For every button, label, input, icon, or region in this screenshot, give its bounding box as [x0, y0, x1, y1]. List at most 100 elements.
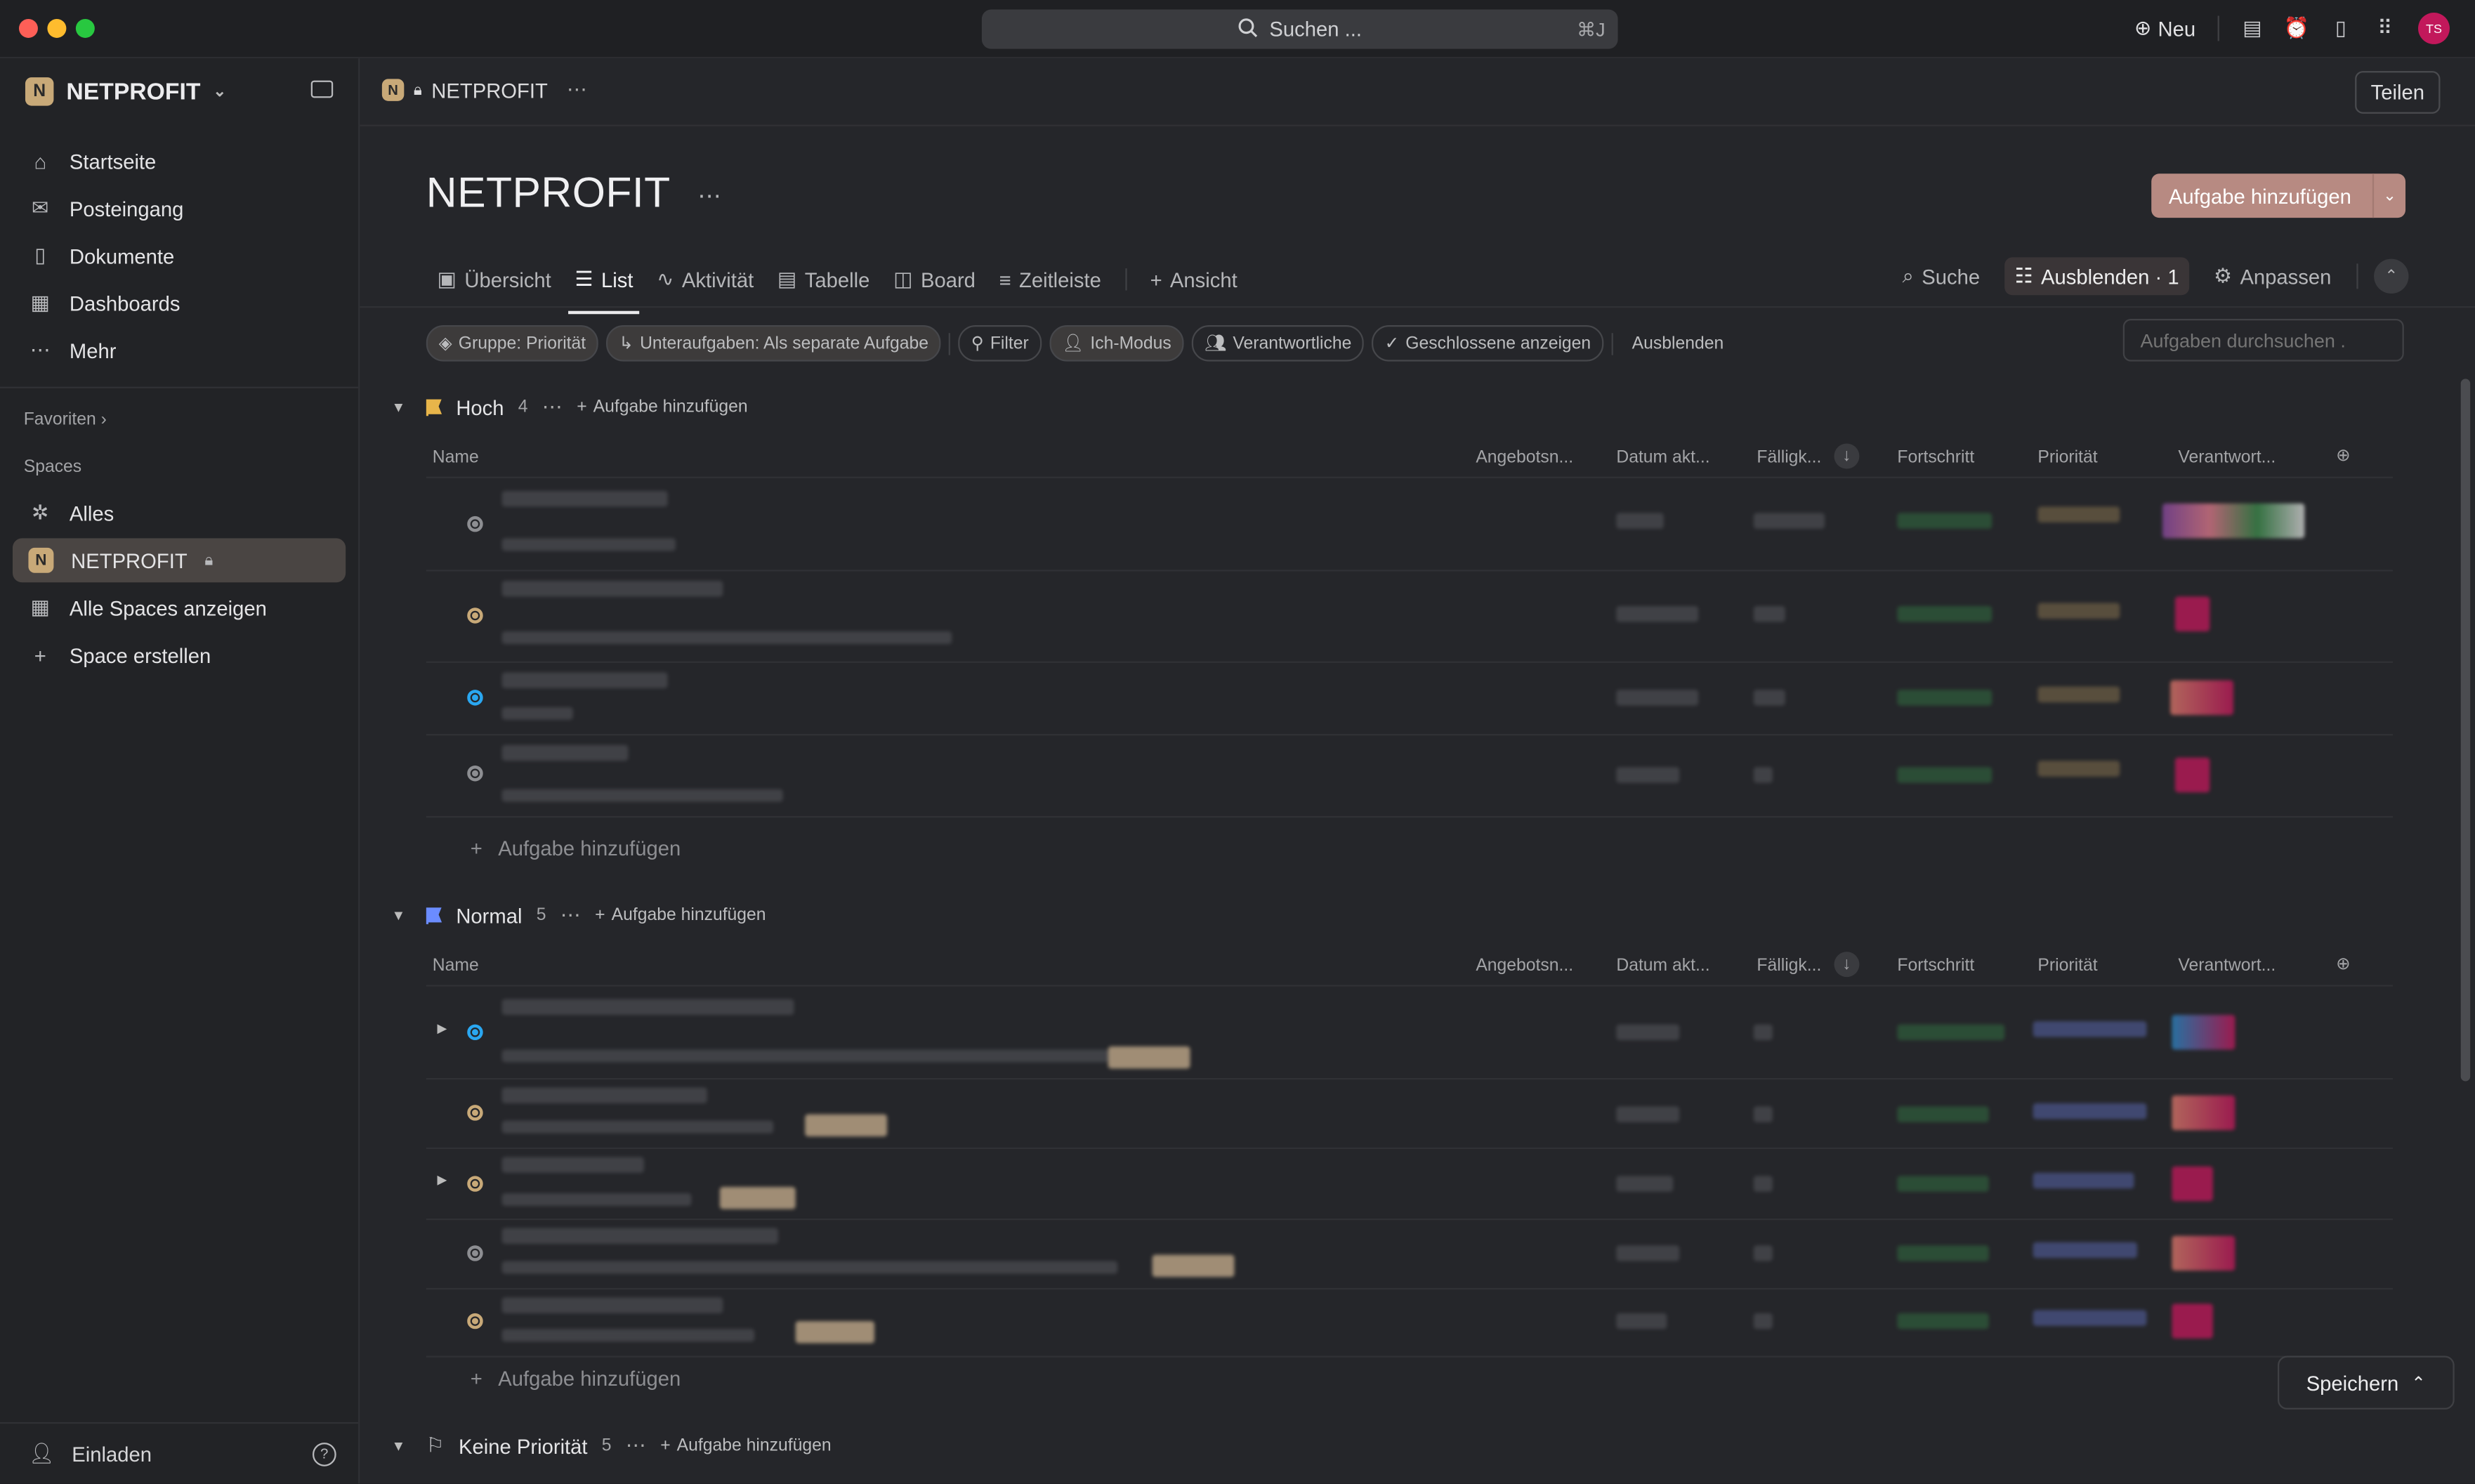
collapse-caret-icon[interactable]: ▼ — [391, 400, 405, 415]
table-row[interactable] — [426, 478, 2394, 572]
new-button[interactable]: ⊕ Neu — [2134, 15, 2195, 41]
column-header-assignee[interactable]: Verantwort... — [2178, 957, 2276, 976]
status-icon[interactable] — [467, 690, 483, 706]
add-task-row[interactable]: + Aufgabe hinzufügen — [471, 1367, 681, 1391]
sidebar-item-dokumente[interactable]: ▯ Dokumente — [13, 234, 346, 278]
document-icon[interactable]: ▯ — [2330, 15, 2351, 39]
minimize-window-button[interactable] — [47, 18, 67, 38]
column-header-date[interactable]: Datum akt... — [1616, 448, 1709, 467]
table-row[interactable] — [426, 572, 2394, 663]
global-search[interactable]: Suchen ... ⌘J — [981, 9, 1618, 49]
column-header-name[interactable]: Name — [433, 957, 479, 976]
column-header-name[interactable]: Name — [433, 448, 479, 467]
tab-tabelle[interactable]: ▤ Tabelle — [777, 261, 869, 298]
subtasks-chip[interactable]: ↳ Unteraufgaben: Als separate Aufgabe — [606, 324, 942, 362]
tab-list[interactable]: ☰ List — [568, 261, 640, 315]
column-header-offer[interactable]: Angebotsn... — [1476, 448, 1573, 467]
sidebar-item-mehr[interactable]: ⋯ Mehr — [13, 328, 346, 372]
chevron-up-icon[interactable]: ⌃ — [2374, 258, 2409, 294]
column-header-priority[interactable]: Priorität — [2037, 957, 2097, 976]
column-header-offer[interactable]: Angebotsn... — [1476, 957, 1573, 976]
status-icon[interactable] — [467, 1313, 483, 1329]
sort-desc-icon[interactable]: ↓ — [1834, 443, 1860, 469]
more-options-icon[interactable]: ⋯ — [560, 903, 581, 928]
avatar[interactable]: TS — [2418, 12, 2450, 44]
column-header-progress[interactable]: Fortschritt — [1897, 448, 1974, 467]
status-icon[interactable] — [467, 1245, 483, 1261]
hide-filter-button[interactable]: Ausblenden — [1621, 327, 1735, 360]
group-by-chip[interactable]: ◈ Gruppe: Priorität — [426, 324, 599, 362]
save-button[interactable]: Speichern ⌃ — [2277, 1355, 2455, 1410]
sidebar-item-alles[interactable]: ✲ Alles — [13, 491, 346, 535]
status-icon[interactable] — [467, 1024, 483, 1041]
workspace-switcher[interactable]: N NETPROFIT ⌄ — [25, 77, 226, 106]
close-window-button[interactable] — [18, 18, 38, 38]
sidebar-item-space-erstellen[interactable]: + Space erstellen — [13, 633, 346, 677]
status-icon[interactable] — [467, 765, 483, 782]
chevron-down-icon[interactable]: ⌄ — [2374, 187, 2405, 204]
table-row[interactable] — [426, 663, 2394, 736]
group-add-task-button[interactable]: + Aufgabe hinzufügen — [577, 398, 747, 416]
more-options-icon[interactable]: ⋯ — [626, 1433, 646, 1459]
vertical-scrollbar[interactable] — [2460, 379, 2471, 1082]
status-icon[interactable] — [467, 1105, 483, 1121]
column-header-assignee[interactable]: Verantwort... — [2178, 448, 2276, 467]
alarm-clock-icon[interactable]: ⏰ — [2284, 15, 2309, 39]
assignees-chip[interactable]: 👥︎ Verantwortliche — [1191, 324, 1365, 362]
table-row[interactable]: ▶ — [426, 987, 2394, 1080]
tab-aktivitaet[interactable]: ∿ Aktivität — [657, 261, 754, 298]
customize-button[interactable]: ⚙ Anpassen — [2205, 257, 2341, 295]
sidebar-item-alle-spaces[interactable]: ▦ Alle Spaces anzeigen — [13, 586, 346, 630]
table-row[interactable] — [426, 735, 2394, 818]
collapse-caret-icon[interactable]: ▼ — [391, 907, 405, 923]
table-row[interactable] — [426, 1220, 2394, 1290]
add-task-button[interactable]: Aufgabe hinzufügen ⌄ — [2151, 173, 2406, 218]
add-view-button[interactable]: + Ansicht — [1150, 261, 1238, 298]
collapse-caret-icon[interactable]: ▼ — [391, 1438, 405, 1453]
tab-zeitleiste[interactable]: ≡ Zeitleiste — [999, 261, 1101, 298]
status-icon[interactable] — [467, 516, 483, 532]
share-button[interactable]: Teilen — [2355, 71, 2441, 114]
tab-board[interactable]: ◫ Board — [893, 261, 976, 298]
sidebar-item-startseite[interactable]: ⌂ Startseite — [13, 139, 346, 183]
tab-uebersicht[interactable]: ▣ Übersicht — [438, 261, 551, 298]
add-column-icon[interactable]: ⊕ — [2336, 445, 2351, 466]
sidebar-item-netprofit[interactable]: N NETPROFIT 🔒︎ — [12, 538, 346, 583]
invite-button[interactable]: 👤︎ Einladen — [28, 1441, 152, 1466]
show-closed-chip[interactable]: ✓ Geschlossene anzeigen — [1372, 324, 1604, 362]
favorites-section[interactable]: Favoriten › — [24, 410, 107, 429]
me-mode-chip[interactable]: 👤︎ Ich-Modus — [1049, 324, 1184, 362]
task-search-input[interactable] — [2122, 318, 2404, 362]
zoom-window-button[interactable] — [75, 18, 95, 38]
collapse-sidebar-icon[interactable] — [310, 80, 334, 98]
filter-chip[interactable]: ⚲ Filter — [958, 324, 1042, 362]
sidebar-item-posteingang[interactable]: ✉ Posteingang — [13, 186, 346, 230]
expand-caret-icon[interactable]: ▶ — [438, 1173, 447, 1187]
table-row[interactable]: ▶ — [426, 1149, 2394, 1221]
status-icon[interactable] — [467, 1176, 483, 1192]
more-options-icon[interactable]: ⋯ — [567, 77, 587, 103]
group-add-task-button[interactable]: + Aufgabe hinzufügen — [660, 1436, 831, 1455]
table-row[interactable] — [426, 1079, 2394, 1150]
hide-columns-button[interactable]: ☷ Ausblenden · 1 — [2005, 257, 2189, 296]
status-icon[interactable] — [467, 608, 483, 624]
help-icon[interactable]: ? — [312, 1442, 336, 1466]
add-task-row[interactable]: + Aufgabe hinzufügen — [471, 836, 681, 860]
more-options-icon[interactable]: ⋯ — [542, 395, 563, 420]
expand-caret-icon[interactable]: ▶ — [438, 1021, 447, 1035]
column-header-date[interactable]: Datum akt... — [1616, 957, 1709, 976]
add-column-icon[interactable]: ⊕ — [2336, 953, 2351, 974]
column-header-priority[interactable]: Priorität — [2037, 448, 2097, 467]
sidebar-item-dashboards[interactable]: ▦ Dashboards — [13, 281, 346, 325]
group-add-task-button[interactable]: + Aufgabe hinzufügen — [595, 906, 766, 925]
column-header-progress[interactable]: Fortschritt — [1897, 957, 1974, 976]
breadcrumb-space[interactable]: NETPROFIT — [431, 78, 548, 102]
column-header-due[interactable]: Fälligk... — [1757, 448, 1821, 467]
table-row[interactable] — [426, 1289, 2394, 1358]
search-button[interactable]: ⌕ Suche — [1893, 257, 1989, 295]
column-header-due[interactable]: Fälligk... — [1757, 957, 1821, 976]
sort-desc-icon[interactable]: ↓ — [1834, 952, 1860, 978]
notepad-icon[interactable]: ▤ — [2241, 15, 2263, 39]
apps-grid-icon[interactable]: ⠿ — [2374, 15, 2396, 39]
more-options-icon[interactable]: ⋯ — [697, 183, 721, 209]
